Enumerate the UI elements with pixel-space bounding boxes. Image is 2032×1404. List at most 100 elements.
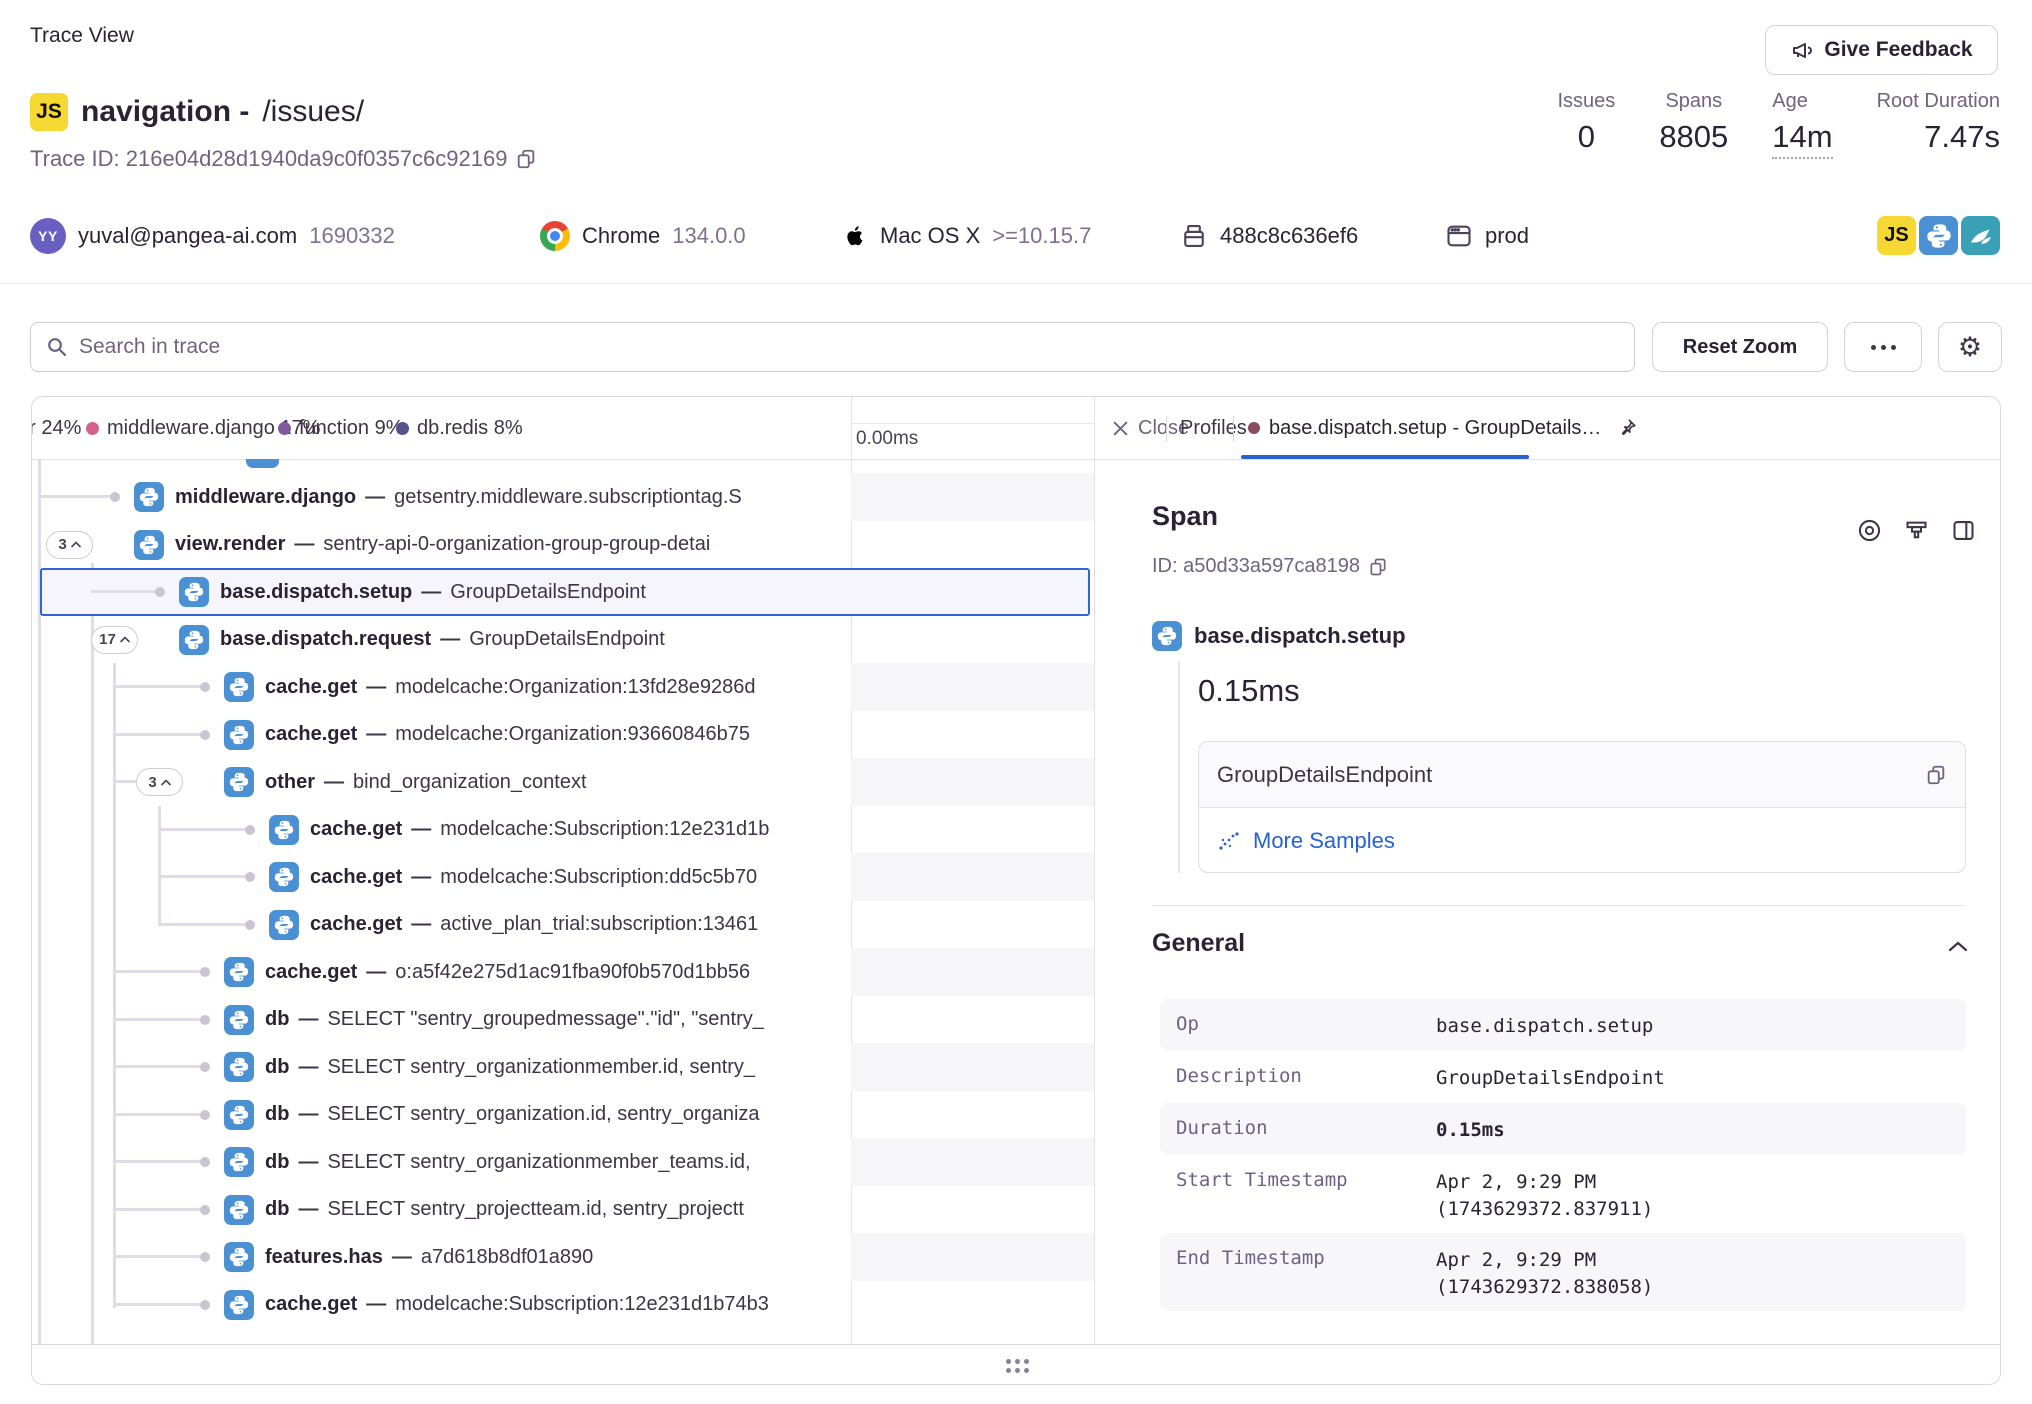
tab-profiles[interactable]: Profiles	[1180, 411, 1247, 445]
more-samples-link[interactable]: More Samples	[1253, 828, 1395, 854]
span-description: o:a5f42e275d1ac91fba90f0b570d1bb56	[395, 961, 750, 984]
collapse-chevron-icon[interactable]	[1948, 939, 1968, 953]
span-op: db	[265, 1056, 289, 1079]
span-description: modelcache:Organization:93660846b75	[395, 723, 750, 746]
more-options-button[interactable]	[1844, 322, 1922, 372]
trace-id: Trace ID: 216e04d28d1940da9c0f0357c6c921…	[30, 146, 537, 172]
general-row[interactable]: Duration0.15ms	[1160, 1103, 1966, 1155]
give-feedback-label: Give Feedback	[1824, 38, 1972, 62]
reset-zoom-button[interactable]: Reset Zoom	[1652, 322, 1828, 372]
pin-icon[interactable]	[1616, 417, 1638, 439]
trace-span-row[interactable]: db—SELECT sentry_organization.id, sentry…	[32, 1091, 1094, 1139]
span-separator: —	[440, 628, 460, 651]
window-icon	[1445, 222, 1473, 250]
span-label: view.render—sentry-api-0-organization-gr…	[175, 521, 847, 569]
span-op: base.dispatch.setup	[220, 581, 412, 604]
copy-icon[interactable]	[1368, 557, 1388, 577]
span-op-header: base.dispatch.setup	[1152, 621, 1406, 651]
trace-span-row[interactable]: cache.get—active_plan_trial:subscription…	[32, 901, 1094, 949]
trace-span-row[interactable]: cache.get—o:a5f42e275d1ac91fba90f0b570d1…	[32, 948, 1094, 996]
trace-span-row[interactable]: db—SELECT sentry_projectteam.id, sentry_…	[32, 1186, 1094, 1234]
trace-span-row[interactable]: cache.get—modelcache:Subscription:12e231…	[32, 1281, 1094, 1329]
profile-flamegraph-icon[interactable]	[1903, 517, 1930, 544]
close-tab-button[interactable]: Close	[1112, 411, 1189, 445]
trace-span-row[interactable]: features.has—a7d618b8df01a890	[32, 1233, 1094, 1281]
trace-span-row[interactable]: 3other—bind_organization_context	[32, 758, 1094, 806]
trace-span-row[interactable]: middleware.django—getsentry.middleware.s…	[32, 473, 1094, 521]
active-tab-label: base.dispatch.setup - GroupDetails…	[1269, 417, 1601, 440]
waterfall-stripe	[851, 1233, 1094, 1281]
reset-zoom-label: Reset Zoom	[1683, 336, 1797, 359]
samples-scatter-icon	[1217, 829, 1241, 853]
general-value: 0.15ms	[1436, 1117, 1505, 1144]
span-description: GroupDetailsEndpoint	[469, 628, 665, 651]
general-row[interactable]: DescriptionGroupDetailsEndpoint	[1160, 1051, 1966, 1103]
tree-connector	[113, 780, 136, 783]
trace-span-row[interactable]: db—SELECT "sentry_groupedmessage"."id", …	[32, 996, 1094, 1044]
tree-connector-dot	[110, 492, 120, 502]
trace-span-row[interactable]: db—SELECT sentry_organizationmember.id, …	[32, 1043, 1094, 1091]
drag-handle-icon[interactable]	[1006, 1359, 1029, 1373]
trace-span-row[interactable]: cache.get—modelcache:Subscription:dd5c5b…	[32, 853, 1094, 901]
age-value[interactable]: 14m	[1772, 119, 1832, 159]
trace-span-row[interactable]: cache.get—modelcache:Organization:13fd28…	[32, 663, 1094, 711]
collapse-count-pill[interactable]: 3	[46, 531, 93, 559]
tree-connector	[113, 1113, 206, 1116]
trace-title-path: /issues/	[262, 95, 364, 129]
user-meta[interactable]: YY yuval@pangea-ai.com 1690332	[30, 214, 395, 258]
more-samples-row: More Samples	[1199, 808, 1965, 873]
settings-button[interactable]: ⚙	[1938, 322, 2002, 372]
legend-dot	[396, 422, 409, 435]
focus-icon[interactable]	[1856, 517, 1883, 544]
span-id-label: ID: a50d33a597ca8198	[1152, 555, 1360, 578]
waterfall-stripe	[851, 1043, 1094, 1091]
trace-span-row[interactable]: cache.get—modelcache:Subscription:12e231…	[32, 806, 1094, 854]
trace-span-row[interactable]: db—SELECT sentry_organizationmember_team…	[32, 1138, 1094, 1186]
copy-icon[interactable]	[1925, 764, 1947, 786]
os-version: >=10.15.7	[992, 223, 1091, 249]
tab-span-active[interactable]: base.dispatch.setup - GroupDetails…	[1248, 411, 1638, 445]
give-feedback-button[interactable]: Give Feedback	[1765, 25, 1998, 75]
root-duration-value: 7.47s	[1924, 119, 2000, 155]
tree-connector-dot	[245, 825, 255, 835]
general-section-title: General	[1152, 929, 1245, 958]
span-description-value: GroupDetailsEndpoint	[1217, 762, 1432, 788]
copy-icon[interactable]	[515, 148, 537, 170]
waterfall-stripe	[851, 853, 1094, 901]
general-row[interactable]: Opbase.dispatch.setup	[1160, 999, 1966, 1051]
collapse-count-pill[interactable]: 3	[136, 768, 183, 796]
legend-label: or 24%	[32, 417, 81, 440]
trace-span-row[interactable]: 17base.dispatch.request—GroupDetailsEndp…	[32, 616, 1094, 664]
search-bar[interactable]	[30, 322, 1635, 372]
general-row[interactable]: Start TimestampApr 2, 9:29 PM(1743629372…	[1160, 1155, 1966, 1233]
tree-connector-dot	[200, 967, 210, 977]
megaphone-icon	[1790, 38, 1814, 62]
span-op: cache.get	[310, 913, 402, 936]
tree-connector	[113, 1303, 206, 1306]
trace-span-row[interactable]: cache.get—modelcache:Organization:936608…	[32, 711, 1094, 759]
search-input[interactable]	[79, 335, 1620, 359]
tree-connector-dot	[245, 920, 255, 930]
tree-connector-dot	[155, 587, 165, 597]
general-row[interactable]: End TimestampApr 2, 9:29 PM(1743629372.8…	[1160, 1233, 1966, 1311]
age-label: Age	[1772, 90, 1808, 113]
python-icon	[224, 1242, 254, 1272]
tree-connector-dot	[200, 1157, 210, 1167]
trace-span-row[interactable]: base.dispatch.setup—GroupDetailsEndpoint	[32, 568, 1094, 616]
side-panel-layout-icon[interactable]	[1950, 517, 1977, 544]
span-label: base.dispatch.setup—GroupDetailsEndpoint	[220, 568, 847, 616]
span-separator: —	[365, 486, 385, 509]
tree-connector-dot	[200, 730, 210, 740]
legend-item-db-redis[interactable]: db.redis 8%	[396, 397, 523, 459]
collapse-count-pill[interactable]: 17	[91, 626, 138, 654]
general-value: base.dispatch.setup	[1436, 1013, 1653, 1040]
environment-label: prod	[1485, 223, 1529, 249]
span-label: middleware.django—getsentry.middleware.s…	[175, 473, 847, 521]
trace-span-row[interactable]: 3 view.render—sentry-api-0-organization-g…	[32, 521, 1094, 569]
span-op: db	[265, 1008, 289, 1031]
legend-item-function[interactable]: function 9%	[278, 397, 404, 459]
span-description: a7d618b8df01a890	[421, 1246, 593, 1269]
span-op: middleware.django	[175, 486, 356, 509]
spans-label: Spans	[1665, 90, 1722, 113]
span-description: GroupDetailsEndpoint	[450, 581, 646, 604]
